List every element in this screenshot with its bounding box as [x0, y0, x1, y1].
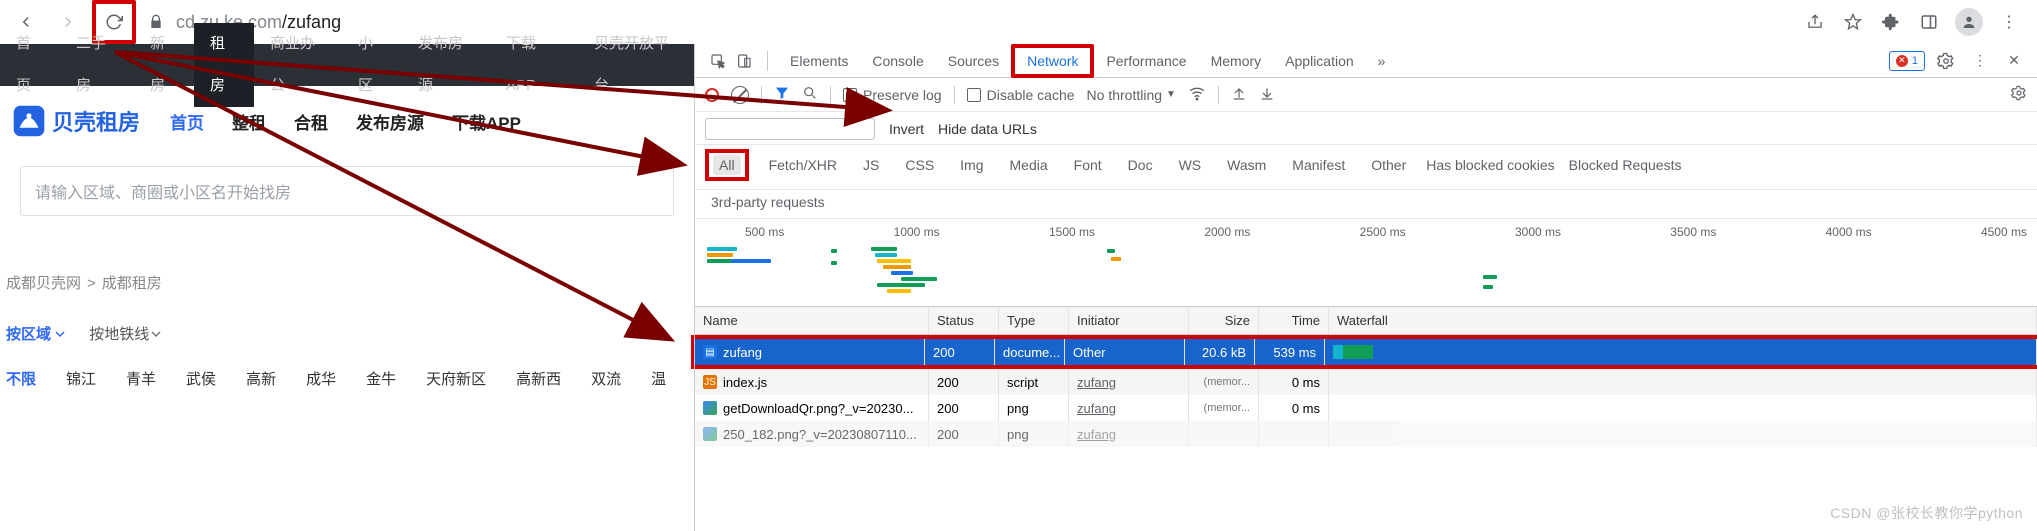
nav-zufang[interactable]: 租房 — [194, 23, 254, 107]
filter-other[interactable]: Other — [1365, 155, 1412, 175]
net-row-zufang[interactable]: ▤zufang 200 docume... Other 20.6 kB 539 … — [695, 339, 2037, 365]
upload-har-icon[interactable] — [1231, 85, 1247, 104]
filter-font[interactable]: Font — [1068, 155, 1108, 175]
menu-fabu[interactable]: 发布房源 — [356, 109, 424, 134]
extension-icon[interactable] — [1879, 10, 1903, 34]
wifi-icon[interactable] — [1188, 84, 1206, 105]
filter-ws[interactable]: WS — [1173, 155, 1208, 175]
nav-xiaoqu[interactable]: 小区 — [342, 23, 402, 107]
filter-manifest[interactable]: Manifest — [1286, 155, 1351, 175]
devtools-tabs: Elements Console Sources Network Perform… — [695, 44, 2037, 78]
throttle-select[interactable]: No throttling ▼ — [1087, 87, 1176, 103]
filter-media[interactable]: Media — [1004, 155, 1054, 175]
menu-hezu[interactable]: 合租 — [294, 109, 328, 134]
nav-xinfang[interactable]: 新房 — [134, 23, 194, 107]
filter-input[interactable] — [705, 118, 875, 140]
filter-css[interactable]: CSS — [899, 155, 940, 175]
logo[interactable]: 贝壳租房 — [12, 104, 140, 138]
menu-zhengzu[interactable]: 整租 — [232, 109, 266, 134]
share-icon[interactable] — [1803, 10, 1827, 34]
site-top-nav: 首页 二手房 新房 租房 商业办公 小区 发布房源 下载APP 贝壳开放平台 — [0, 44, 694, 86]
net-headers: Name Status Type Initiator Size Time Wat… — [695, 307, 2037, 335]
search-input[interactable]: 请输入区域、商圈或小区名开始找房 — [20, 166, 674, 216]
menu-app[interactable]: 下载APP — [452, 109, 521, 134]
tab-network[interactable]: Network — [1011, 44, 1094, 78]
filter-js[interactable]: JS — [857, 155, 885, 175]
net-settings-icon[interactable] — [2011, 85, 2027, 104]
nav-open[interactable]: 贝壳开放平台 — [578, 23, 694, 107]
search-icon[interactable] — [802, 85, 818, 104]
filter-wasm[interactable]: Wasm — [1221, 155, 1272, 175]
watermark: CSDN @张校长教你学python — [1830, 503, 2023, 523]
filter-fetchxhr[interactable]: Fetch/XHR — [763, 155, 843, 175]
clear-icon[interactable] — [731, 86, 749, 104]
tab-application[interactable]: Application — [1273, 44, 1366, 78]
kebab-menu[interactable]: ⋮ — [1997, 10, 2021, 34]
js-icon: JS — [703, 375, 717, 389]
nav-ershou[interactable]: 二手房 — [60, 23, 134, 107]
blocked-cookies[interactable]: Has blocked cookies — [1426, 157, 1554, 173]
filter-doc[interactable]: Doc — [1122, 155, 1159, 175]
area-list: 不限 锦江 青羊 武侯 高新 成华 金牛 天府新区 高新西 双流 温 — [6, 368, 694, 389]
hide-dataurls[interactable]: Hide data URLs — [938, 121, 1037, 137]
img-icon — [703, 401, 717, 415]
filter-region[interactable]: 按区域 — [6, 323, 65, 344]
net-row[interactable]: 250_182.png?_v=20230807110... 200 png zu… — [695, 421, 2037, 447]
star-icon[interactable] — [1841, 10, 1865, 34]
record-icon[interactable] — [705, 88, 719, 102]
doc-icon: ▤ — [703, 345, 717, 359]
breadcrumb: 成都贝壳网>成都租房 — [6, 272, 694, 293]
tab-elements[interactable]: Elements — [778, 44, 860, 78]
filter-all[interactable]: All — [713, 155, 741, 175]
img-icon — [703, 427, 717, 441]
errors-badge[interactable]: ✕1 — [1889, 51, 1925, 71]
avatar[interactable] — [1955, 8, 1983, 36]
tab-more[interactable]: » — [1366, 44, 1398, 78]
blocked-requests[interactable]: Blocked Requests — [1569, 157, 1682, 173]
close-icon[interactable]: ✕ — [2001, 48, 2027, 74]
network-timeline[interactable]: 500 ms1000 ms1500 ms2000 ms2500 ms3000 m… — [695, 219, 2037, 307]
nav-home[interactable]: 首页 — [0, 23, 60, 107]
settings-icon[interactable] — [1933, 48, 1959, 74]
download-har-icon[interactable] — [1259, 85, 1275, 104]
menu-home[interactable]: 首页 — [170, 109, 204, 134]
side-panel-icon[interactable] — [1917, 10, 1941, 34]
invert-filter[interactable]: Invert — [889, 121, 924, 137]
filter-img[interactable]: Img — [954, 155, 989, 175]
filter-subway[interactable]: 按地铁线 — [89, 323, 161, 344]
tab-sources[interactable]: Sources — [936, 44, 1011, 78]
tab-console[interactable]: Console — [860, 44, 935, 78]
tab-memory[interactable]: Memory — [1199, 44, 1274, 78]
tab-performance[interactable]: Performance — [1094, 44, 1198, 78]
nav-shangye[interactable]: 商业办公 — [254, 23, 342, 107]
filter-icon[interactable] — [774, 85, 790, 104]
device-icon[interactable] — [731, 48, 757, 74]
preserve-log[interactable]: Preserve log — [843, 87, 942, 103]
third-party-chk[interactable]: 3rd-party requests — [711, 194, 825, 210]
devtools-kebab[interactable]: ⋮ — [1967, 48, 1993, 74]
disable-cache[interactable]: Disable cache — [967, 87, 1075, 103]
nav-fabu[interactable]: 发布房源 — [402, 23, 490, 107]
net-row[interactable]: getDownloadQr.png?_v=20230... 200 png zu… — [695, 395, 2037, 421]
inspect-icon[interactable] — [705, 48, 731, 74]
nav-app[interactable]: 下载APP — [490, 23, 578, 107]
net-row[interactable]: JSindex.js 200 script zufang (memor... 0… — [695, 369, 2037, 395]
